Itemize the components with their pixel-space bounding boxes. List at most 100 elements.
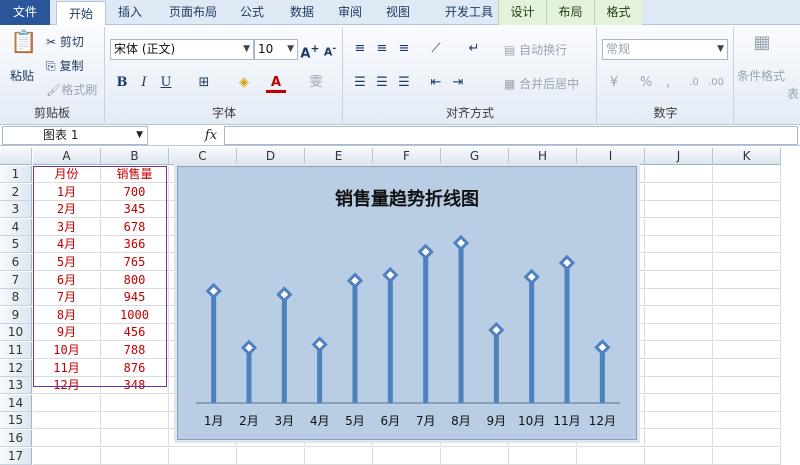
cell-b6[interactable]: 765 — [101, 254, 169, 271]
tab-file[interactable]: 文件 — [0, 0, 50, 25]
tab-formulas[interactable]: 公式 — [232, 0, 272, 25]
percent-button[interactable]: % — [636, 73, 656, 93]
data-point-6[interactable] — [382, 266, 399, 284]
conditional-format-icon[interactable]: ▦ — [749, 33, 775, 61]
phonetic-icon[interactable]: 雯 — [306, 73, 326, 93]
cell-a14[interactable] — [33, 394, 101, 412]
italic-button[interactable]: I — [134, 73, 154, 93]
tab-page-layout[interactable]: 页面布局 — [158, 0, 228, 25]
paste-button[interactable]: 粘贴 — [10, 67, 34, 84]
cell-b9[interactable]: 1000 — [101, 306, 169, 324]
column-header-f[interactable]: F — [373, 148, 441, 165]
cell-a10[interactable]: 9月 — [33, 324, 101, 342]
cell-b7[interactable]: 800 — [101, 271, 169, 289]
decrease-decimal-icon[interactable]: .00 — [706, 73, 726, 93]
column-header-a[interactable]: A — [33, 148, 101, 165]
row-header-5[interactable]: 5 — [0, 236, 32, 254]
column-header-d[interactable]: D — [237, 148, 305, 165]
row-header-16[interactable]: 16 — [0, 430, 32, 447]
cell-j11[interactable] — [645, 342, 713, 359]
decrease-indent-icon[interactable]: ⇤ — [426, 73, 446, 93]
cut-button[interactable]: ✂ 剪切 — [46, 33, 84, 50]
data-point-9[interactable] — [488, 321, 505, 339]
cell-a7[interactable]: 6月 — [33, 271, 101, 289]
row-header-15[interactable]: 15 — [0, 412, 32, 430]
column-header-g[interactable]: G — [441, 148, 509, 165]
column-header-k[interactable]: K — [713, 148, 781, 165]
tab-review[interactable]: 审阅 — [330, 0, 370, 25]
cell-b4[interactable]: 678 — [101, 218, 169, 236]
cell-j1[interactable] — [645, 166, 713, 183]
comma-button[interactable]: , — [658, 73, 678, 93]
column-header-b[interactable]: B — [101, 148, 169, 165]
wrap-text-button[interactable]: ▤ 自动换行 — [504, 41, 567, 58]
copy-button[interactable]: ⎘ 复制 — [46, 57, 83, 74]
cell-k12[interactable] — [713, 359, 781, 377]
cell-d17[interactable] — [237, 447, 305, 465]
row-header-7[interactable]: 7 — [0, 271, 32, 289]
bold-button[interactable]: B — [112, 73, 132, 93]
cell-e17[interactable] — [305, 447, 373, 465]
data-point-3[interactable] — [276, 286, 293, 303]
cell-k9[interactable] — [713, 306, 781, 324]
insert-function-icon[interactable]: fx — [200, 126, 222, 145]
cell-k5[interactable] — [713, 236, 781, 254]
cell-b11[interactable]: 788 — [101, 342, 169, 359]
cell-a17[interactable] — [33, 447, 101, 465]
cell-b13[interactable]: 348 — [101, 377, 169, 395]
cell-b17[interactable] — [101, 447, 169, 465]
cell-a15[interactable] — [33, 412, 101, 430]
tab-chart-layout[interactable]: 布局 — [546, 0, 594, 25]
align-right-icon[interactable]: ☰ — [394, 73, 414, 93]
grow-font-icon[interactable]: A+ — [300, 39, 320, 61]
align-middle-icon[interactable]: ≡ — [372, 39, 392, 59]
tab-view[interactable]: 视图 — [378, 0, 418, 25]
cell-j5[interactable] — [645, 236, 713, 254]
cell-k14[interactable] — [713, 394, 781, 412]
underline-button[interactable]: U — [156, 73, 176, 93]
fill-color-icon[interactable]: ◈ — [234, 73, 254, 93]
cell-a1[interactable]: 月份 — [33, 166, 101, 183]
cell-j7[interactable] — [645, 271, 713, 289]
cell-c17[interactable] — [169, 447, 237, 465]
data-point-1[interactable] — [205, 282, 222, 300]
cell-j16[interactable] — [645, 430, 713, 447]
select-all-corner[interactable] — [0, 148, 32, 165]
cell-b16[interactable] — [101, 430, 169, 447]
cell-k6[interactable] — [713, 254, 781, 271]
cell-h17[interactable] — [509, 447, 577, 465]
cell-j9[interactable] — [645, 306, 713, 324]
shrink-font-icon[interactable]: A- — [320, 39, 340, 59]
row-header-3[interactable]: 3 — [0, 201, 32, 219]
cell-k1[interactable] — [713, 166, 781, 183]
cell-k3[interactable] — [713, 201, 781, 219]
row-header-17[interactable]: 17 — [0, 447, 32, 465]
cell-a5[interactable]: 4月 — [33, 236, 101, 254]
data-point-5[interactable] — [346, 272, 364, 289]
column-header-h[interactable]: H — [509, 148, 577, 165]
cell-k13[interactable] — [713, 377, 781, 395]
cell-a4[interactable]: 3月 — [33, 218, 101, 236]
row-header-9[interactable]: 9 — [0, 306, 32, 324]
align-top-icon[interactable]: ≡ — [350, 39, 370, 59]
cell-b8[interactable]: 945 — [101, 289, 169, 307]
increase-indent-icon[interactable]: ⇥ — [448, 73, 468, 93]
format-table-button[interactable]: 表 — [787, 85, 799, 102]
increase-decimal-icon[interactable]: .0 — [684, 73, 704, 93]
cell-j15[interactable] — [645, 412, 713, 430]
row-header-11[interactable]: 11 — [0, 342, 32, 359]
font-size-select[interactable]: 10 ▼ — [254, 39, 298, 60]
data-point-4[interactable] — [311, 336, 328, 353]
cell-j8[interactable] — [645, 289, 713, 307]
cell-k15[interactable] — [713, 412, 781, 430]
orientation-icon[interactable]: ⟋ — [426, 39, 446, 59]
cell-a12[interactable]: 11月 — [33, 359, 101, 377]
data-point-2[interactable] — [240, 339, 258, 356]
row-header-6[interactable]: 6 — [0, 254, 32, 271]
merge-center-button[interactable]: ▦ 合并后居中 — [504, 75, 579, 92]
row-header-1[interactable]: 1 — [0, 166, 32, 183]
cell-k7[interactable] — [713, 271, 781, 289]
cell-a8[interactable]: 7月 — [33, 289, 101, 307]
column-header-i[interactable]: I — [577, 148, 645, 165]
cell-k2[interactable] — [713, 183, 781, 201]
